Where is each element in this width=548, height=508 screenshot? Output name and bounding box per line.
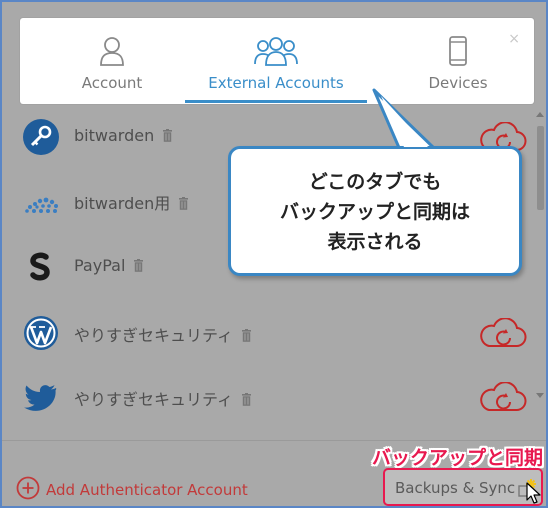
account-name: bitwarden <box>74 126 155 145</box>
annotation-label: バックアップと同期 <box>372 447 544 469</box>
trash-icon[interactable] <box>178 195 189 214</box>
mouse-pointer-icon <box>526 482 542 506</box>
scroll-up-arrow-icon[interactable] <box>536 112 544 117</box>
scroll-down-arrow-icon[interactable] <box>536 393 544 398</box>
trash-icon[interactable] <box>133 257 144 276</box>
cloud-dots-icon <box>22 182 62 222</box>
tab-account[interactable]: Account <box>22 18 202 104</box>
scrollbar[interactable] <box>534 110 546 440</box>
callout-line: 表示される <box>327 231 423 253</box>
account-name: PayPal <box>74 256 126 275</box>
account-name: やりすぎセキュリティ <box>74 390 234 409</box>
backups-sync-label: Backups & Sync <box>395 479 516 497</box>
tab-label: Devices <box>428 74 488 92</box>
trash-icon[interactable] <box>241 327 252 346</box>
account-name: やりすぎセキュリティ <box>74 326 234 345</box>
account-name: bitwarden用 <box>74 194 171 213</box>
tab-label: External Accounts <box>208 74 344 92</box>
sync-cloud-icon[interactable] <box>477 317 527 354</box>
trash-icon[interactable] <box>162 127 173 146</box>
wordpress-icon <box>22 314 62 354</box>
tab-devices[interactable]: Devices <box>368 18 546 104</box>
scroll-thumb[interactable] <box>537 126 544 210</box>
trash-icon[interactable] <box>241 391 252 410</box>
active-tab-indicator <box>185 100 367 103</box>
add-authenticator-account-button[interactable]: Add Authenticator Account <box>16 476 248 504</box>
phone-icon <box>448 36 468 70</box>
bitwarden-key-icon <box>22 118 62 158</box>
footer-divider <box>2 440 546 441</box>
paypal-icon <box>22 248 62 288</box>
plus-circle-icon <box>16 476 40 504</box>
tab-bar: × Account External Accounts Devices <box>20 18 534 104</box>
add-account-label: Add Authenticator Account <box>46 481 248 499</box>
backups-sync-button[interactable]: Backups & Sync <box>383 468 543 506</box>
callout-line: バックアップと同期は <box>279 201 470 223</box>
list-item[interactable]: やりすぎセキュリティ <box>22 314 527 354</box>
person-icon <box>99 36 125 70</box>
annotation-callout: どこのタブでも バックアップと同期は 表示される <box>228 146 522 276</box>
list-item[interactable]: やりすぎセキュリティ <box>22 378 527 418</box>
tab-label: Account <box>81 74 143 92</box>
tab-external-accounts[interactable]: External Accounts <box>186 18 366 104</box>
people-icon <box>253 36 299 70</box>
sync-cloud-icon[interactable] <box>477 381 527 418</box>
twitter-bird-icon <box>22 378 62 418</box>
callout-line: どこのタブでも <box>308 171 442 193</box>
